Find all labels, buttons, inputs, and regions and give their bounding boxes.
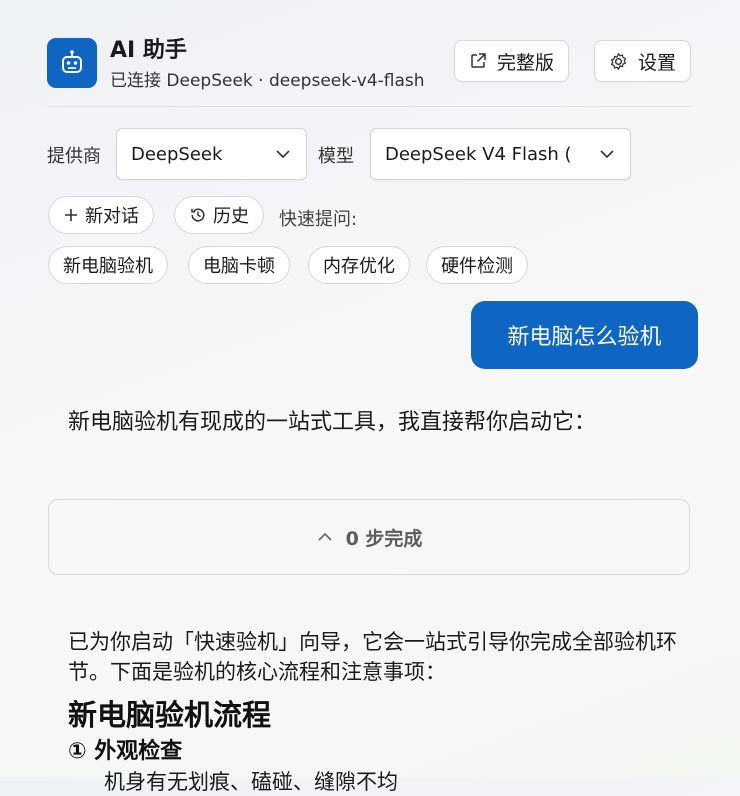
history-icon — [191, 208, 205, 222]
chevron-down-icon — [600, 150, 614, 159]
quick-question-chip[interactable]: 电脑卡顿 — [188, 246, 290, 284]
robot-icon — [47, 38, 97, 88]
assistant-intro: 新电脑验机有现成的一站式工具，我直接帮你启动它： — [68, 410, 597, 435]
quick-questions-label: 快速提问: — [279, 209, 358, 230]
steps-toggle[interactable]: 0 步完成 — [48, 499, 690, 575]
step-text: 机身有无划痕、磕碰、缝隙不均 — [104, 770, 398, 794]
provider-label: 提供商 — [47, 146, 101, 167]
header: AI 助手 已连接 DeepSeek · deepseek-v4-flash 完… — [47, 38, 697, 96]
gear-icon — [610, 52, 627, 70]
model-value: DeepSeek V4 Flash ( — [385, 143, 572, 165]
section-heading: 新电脑验机流程 — [68, 698, 272, 732]
settings-label: 设置 — [638, 51, 677, 74]
quick-question-chip[interactable]: 新电脑验机 — [48, 246, 168, 284]
chevron-up-icon — [318, 532, 332, 541]
connection-status: 已连接 DeepSeek · deepseek-v4-flash — [110, 71, 425, 91]
model-select[interactable]: DeepSeek V4 Flash ( — [370, 128, 631, 180]
steps-summary: 0 步完成 — [345, 527, 423, 550]
model-label: 模型 — [318, 146, 354, 167]
step-heading: ① 外观检查 — [68, 739, 183, 764]
settings-button[interactable]: 设置 — [594, 40, 692, 82]
new-chat-label: 新对话 — [85, 206, 139, 227]
assistant-paragraph: 已为你启动「快速验机」向导，它会一站式引导你完成全部验机环节。下面是验机的核心流… — [68, 630, 677, 684]
app-title: AI 助手 — [110, 38, 187, 63]
external-link-icon — [471, 53, 486, 68]
full-version-label: 完整版 — [497, 51, 555, 74]
full-version-button[interactable]: 完整版 — [454, 40, 570, 82]
new-chat-button[interactable]: 新对话 — [48, 196, 154, 234]
provider-value: DeepSeek — [131, 143, 223, 165]
history-label: 历史 — [213, 206, 249, 227]
header-divider — [47, 106, 691, 107]
history-button[interactable]: 历史 — [174, 196, 264, 234]
quick-question-chip[interactable]: 内存优化 — [308, 246, 410, 284]
plus-icon — [65, 209, 77, 221]
quick-question-chip[interactable]: 硬件检测 — [426, 246, 528, 284]
chevron-down-icon — [276, 150, 290, 159]
user-message-bubble: 新电脑怎么验机 — [471, 301, 698, 369]
provider-select[interactable]: DeepSeek — [116, 128, 307, 180]
